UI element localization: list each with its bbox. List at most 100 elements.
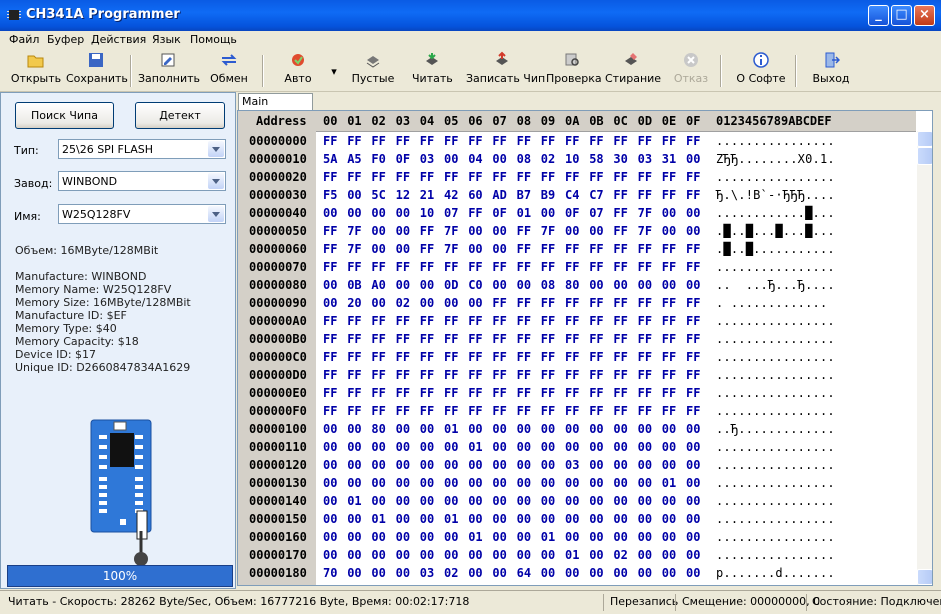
hex-byte[interactable]: FF: [420, 332, 434, 346]
hex-byte[interactable]: 00: [492, 422, 506, 436]
hex-byte[interactable]: FF: [638, 386, 652, 400]
hex-byte[interactable]: FF: [444, 404, 458, 418]
hex-byte[interactable]: 04: [468, 152, 482, 166]
hex-byte[interactable]: FF: [662, 260, 676, 274]
hex-byte[interactable]: FF: [371, 134, 385, 148]
hex-byte[interactable]: FF: [638, 332, 652, 346]
hex-byte[interactable]: 80: [371, 422, 385, 436]
hex-byte[interactable]: 01: [662, 476, 676, 490]
hex-byte[interactable]: 00: [638, 278, 652, 292]
hex-byte[interactable]: FF: [662, 242, 676, 256]
hex-byte[interactable]: FF: [371, 368, 385, 382]
ascii-text[interactable]: ................: [716, 512, 835, 526]
hex-byte[interactable]: 00: [347, 206, 361, 220]
hex-byte[interactable]: 00: [371, 296, 385, 310]
hex-byte[interactable]: 00: [541, 440, 555, 454]
hex-byte[interactable]: 00: [347, 548, 361, 562]
hex-byte[interactable]: FF: [468, 206, 482, 220]
hex-byte[interactable]: FF: [492, 332, 506, 346]
tab-main-memory[interactable]: Main Memory: [238, 93, 313, 124]
hex-byte[interactable]: FF: [589, 296, 603, 310]
hex-byte[interactable]: 01: [468, 530, 482, 544]
ascii-text[interactable]: .█..█...........: [716, 242, 835, 256]
hex-byte[interactable]: FF: [396, 404, 410, 418]
ascii-text[interactable]: ................: [716, 350, 835, 364]
hex-byte[interactable]: FF: [541, 386, 555, 400]
hex-byte[interactable]: 00: [420, 512, 434, 526]
hex-byte[interactable]: 00: [565, 476, 579, 490]
ascii-text[interactable]: ................: [716, 530, 835, 544]
hex-byte[interactable]: 02: [444, 566, 458, 580]
hex-byte[interactable]: FF: [347, 260, 361, 274]
hex-byte[interactable]: 00: [323, 476, 337, 490]
hex-byte[interactable]: B7: [517, 188, 531, 202]
hex-byte[interactable]: 00: [638, 548, 652, 562]
close-button[interactable]: ×: [914, 5, 935, 26]
hex-byte[interactable]: 01: [565, 548, 579, 562]
hex-byte[interactable]: FF: [492, 314, 506, 328]
hex-byte[interactable]: 00: [662, 422, 676, 436]
hex-byte[interactable]: 10: [420, 206, 434, 220]
hex-byte[interactable]: 00: [323, 422, 337, 436]
hex-byte[interactable]: FF: [686, 170, 700, 184]
cancel-button[interactable]: Отказ: [673, 51, 709, 85]
hex-byte[interactable]: 00: [517, 512, 531, 526]
hex-byte[interactable]: 30: [613, 152, 627, 166]
hex-byte[interactable]: FF: [541, 170, 555, 184]
hex-byte[interactable]: FF: [323, 260, 337, 274]
hex-byte[interactable]: FF: [420, 386, 434, 400]
hex-byte[interactable]: FF: [396, 368, 410, 382]
hex-byte[interactable]: 00: [468, 512, 482, 526]
hex-byte[interactable]: 00: [541, 458, 555, 472]
hex-byte[interactable]: FF: [686, 332, 700, 346]
hex-byte[interactable]: AD: [492, 188, 506, 202]
hex-byte[interactable]: 00: [589, 476, 603, 490]
hex-byte[interactable]: FF: [613, 404, 627, 418]
hex-byte[interactable]: 00: [371, 242, 385, 256]
hex-byte[interactable]: FF: [323, 350, 337, 364]
hex-byte[interactable]: 00: [517, 530, 531, 544]
ascii-text[interactable]: ................: [716, 260, 835, 274]
search-chip-button[interactable]: Поиск Чипа: [15, 102, 114, 129]
hex-byte[interactable]: 00: [347, 530, 361, 544]
hex-byte[interactable]: FF: [468, 368, 482, 382]
hex-byte[interactable]: 0D: [444, 278, 458, 292]
hex-byte[interactable]: FF: [420, 260, 434, 274]
hex-byte[interactable]: 5C: [371, 188, 385, 202]
hex-byte[interactable]: 00: [323, 494, 337, 508]
fill-button[interactable]: Заполнить: [138, 51, 200, 85]
hex-byte[interactable]: 00: [541, 422, 555, 436]
hex-byte[interactable]: FF: [347, 386, 361, 400]
hex-byte[interactable]: FF: [565, 350, 579, 364]
hex-byte[interactable]: 00: [420, 278, 434, 292]
hex-byte[interactable]: 00: [613, 458, 627, 472]
hex-byte[interactable]: 00: [686, 206, 700, 220]
read-button[interactable]: Читать: [412, 51, 453, 85]
hex-byte[interactable]: 00: [371, 530, 385, 544]
hex-byte[interactable]: F5: [323, 188, 337, 202]
hex-byte[interactable]: 0B: [347, 278, 361, 292]
hex-byte[interactable]: 00: [565, 494, 579, 508]
hex-byte[interactable]: FF: [686, 260, 700, 274]
hex-byte[interactable]: 00: [662, 440, 676, 454]
hex-byte[interactable]: 12: [396, 188, 410, 202]
hex-byte[interactable]: FF: [347, 332, 361, 346]
hex-byte[interactable]: 00: [396, 422, 410, 436]
hex-byte[interactable]: 00: [517, 440, 531, 454]
hex-byte[interactable]: FF: [323, 368, 337, 382]
hex-byte[interactable]: 03: [638, 152, 652, 166]
hex-byte[interactable]: FF: [565, 404, 579, 418]
hex-byte[interactable]: 00: [541, 512, 555, 526]
hex-byte[interactable]: FF: [492, 170, 506, 184]
hex-byte[interactable]: 00: [323, 296, 337, 310]
hex-byte[interactable]: 00: [662, 548, 676, 562]
hex-byte[interactable]: 00: [371, 548, 385, 562]
hex-byte[interactable]: FF: [613, 188, 627, 202]
hex-byte[interactable]: 00: [396, 242, 410, 256]
hex-byte[interactable]: 01: [371, 512, 385, 526]
hex-byte[interactable]: FF: [468, 170, 482, 184]
hex-byte[interactable]: 00: [444, 152, 458, 166]
hex-byte[interactable]: C7: [589, 188, 603, 202]
hex-byte[interactable]: F0: [371, 152, 385, 166]
ascii-text[interactable]: ............█...: [716, 206, 835, 220]
